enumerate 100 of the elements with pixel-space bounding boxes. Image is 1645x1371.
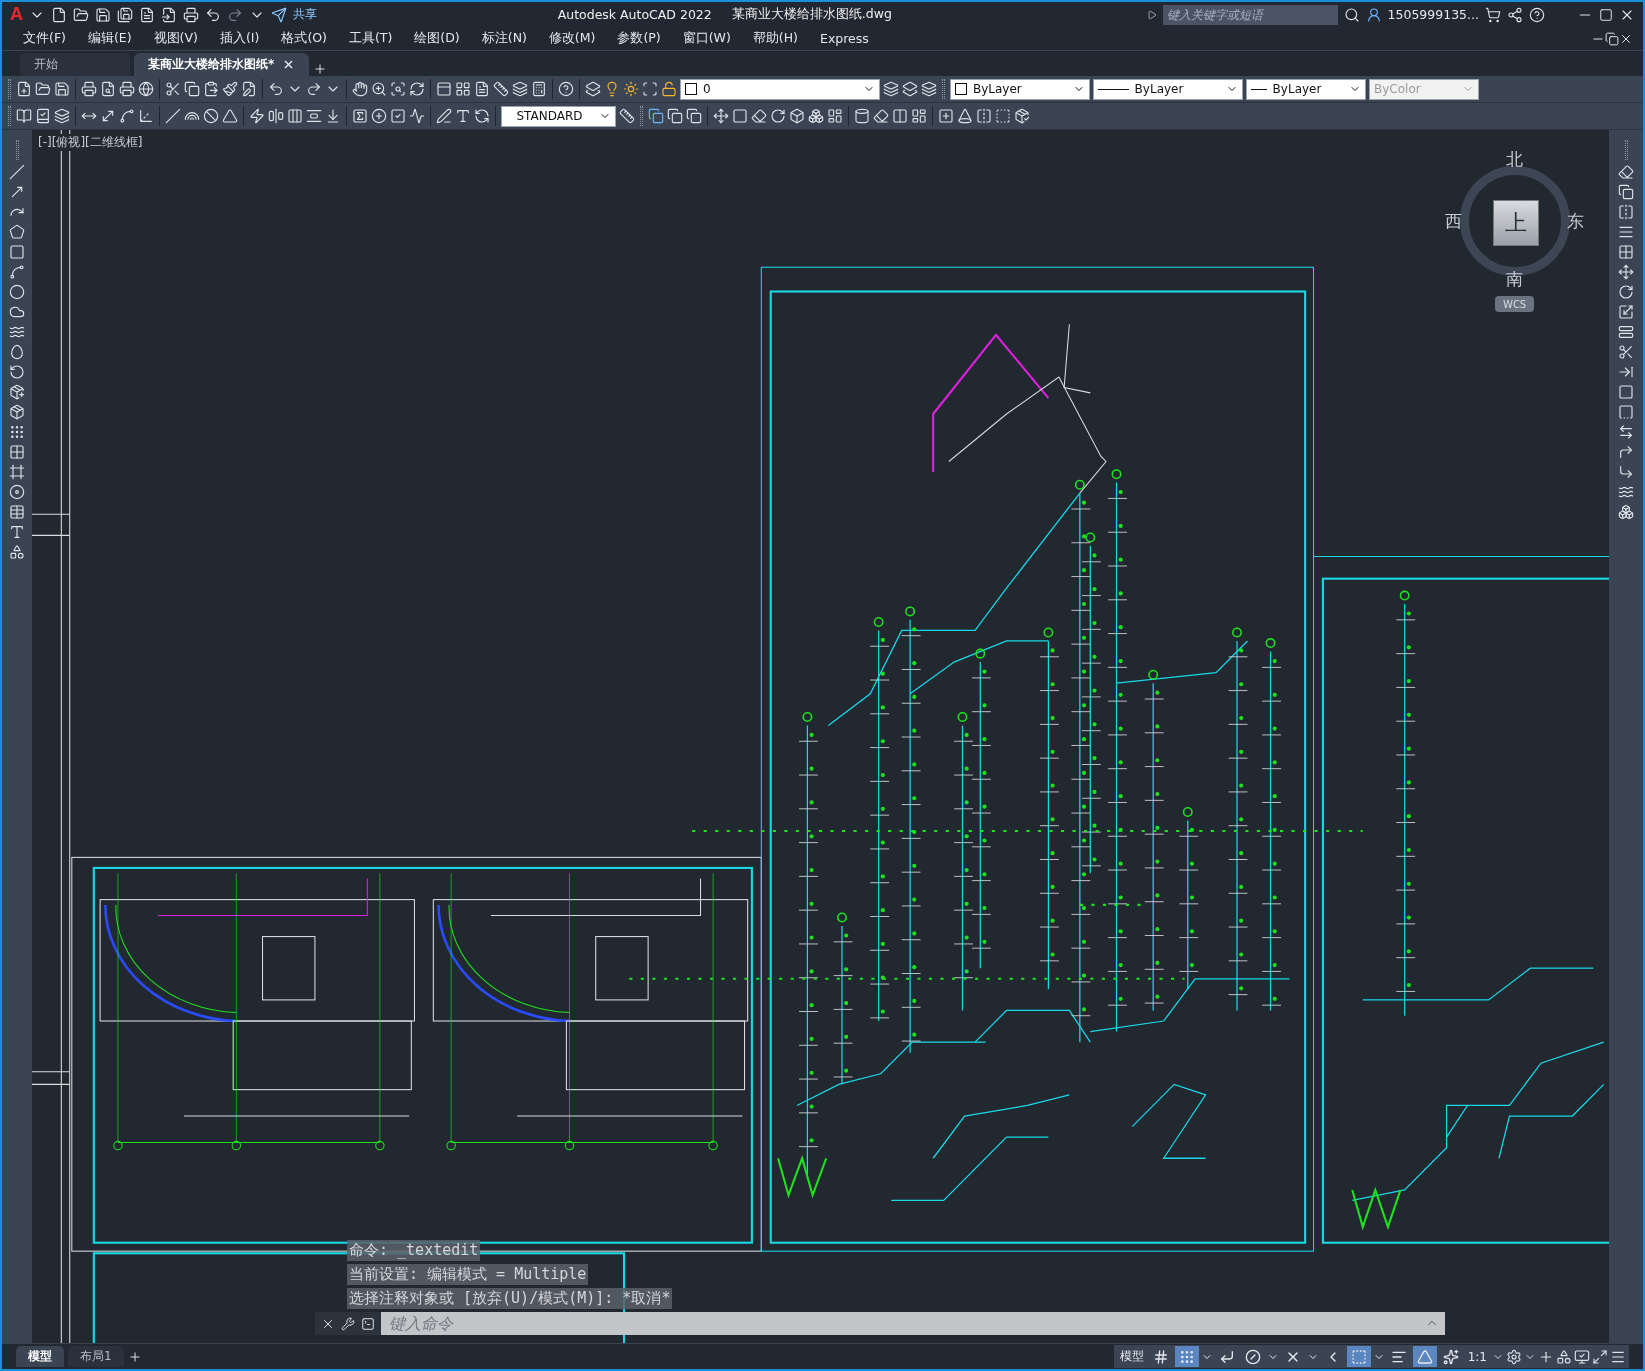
printer-icon[interactable] [119,81,135,97]
status-toggle[interactable] [1174,1346,1199,1367]
move-icon[interactable] [713,108,729,124]
table-icon[interactable] [9,504,25,520]
trim-icon[interactable] [1618,344,1634,360]
menu-item[interactable]: 插入(I) [208,30,271,47]
menu-item[interactable]: 参数(P) [606,30,672,47]
menu-item[interactable]: 帮助(H) [741,30,809,47]
frame-icon[interactable] [642,81,658,97]
import-icon[interactable] [161,6,177,23]
book-icon[interactable] [16,108,32,124]
eraser-icon[interactable] [1618,164,1634,180]
sun-icon[interactable] [623,81,639,97]
redo-icon[interactable] [227,6,243,23]
undo-icon[interactable] [205,6,221,23]
status-toggle[interactable] [1346,1346,1371,1367]
dashboard-icon[interactable] [911,108,927,124]
ucs-menu[interactable]: WCS [1495,296,1535,312]
maximize-icon[interactable] [1599,7,1613,22]
layers-icon[interactable] [883,81,899,97]
layout-tab[interactable]: 模型 [16,1346,64,1367]
calculator-icon[interactable] [531,81,547,97]
document-icon[interactable] [139,6,155,23]
brush-icon[interactable] [222,81,238,97]
move-icon[interactable] [1618,264,1634,280]
property-dropdown[interactable]: ByLayer [950,78,1090,100]
hand-icon[interactable] [352,81,368,97]
plus-icon[interactable] [313,62,328,76]
globe-icon[interactable] [138,81,154,97]
search-field[interactable]: 键入关键字或短语 [1162,4,1338,25]
zoom-window-icon[interactable] [390,81,406,97]
folder-icon[interactable] [35,81,51,97]
unlock-icon[interactable] [661,81,677,97]
redo-icon[interactable] [306,81,322,97]
box-icon[interactable] [789,108,805,124]
rotate-icon[interactable] [1618,284,1634,300]
save-all-icon[interactable] [117,6,133,23]
lightbulb-icon[interactable] [604,81,620,97]
layer-dropdown[interactable]: 0 [680,78,880,100]
boxes-icon[interactable] [808,108,824,124]
copy-icon[interactable] [648,108,664,124]
property-dropdown[interactable]: ByLayer [1093,78,1243,100]
help-icon[interactable] [558,81,574,97]
zoom-icon[interactable] [371,81,387,97]
arc-icon[interactable] [119,108,135,124]
layers-icon[interactable] [902,81,918,97]
menu-item[interactable]: 视图(V) [142,30,209,47]
terminal-icon[interactable] [361,1316,375,1331]
eraser-icon[interactable] [873,108,889,124]
share-label[interactable]: 共享 [293,6,317,23]
grid-icon[interactable] [455,81,471,97]
circle-icon[interactable] [9,284,25,300]
refresh-icon[interactable] [409,81,425,97]
layers-icon[interactable] [585,81,601,97]
shapes-icon[interactable] [1556,1348,1572,1365]
wrench-icon[interactable] [341,1316,355,1331]
cone-icon[interactable] [957,108,973,124]
panel-icon[interactable] [436,81,452,97]
axis-icon[interactable] [138,108,154,124]
menu-item[interactable]: 修改(M) [537,30,607,47]
book-check-icon[interactable] [35,108,51,124]
document-tab[interactable]: 某商业大楼给排水图纸* [134,53,310,76]
copy-icon[interactable] [686,108,702,124]
user-icon[interactable] [1365,6,1382,23]
help-icon[interactable] [1529,6,1545,23]
cloud-icon[interactable] [9,304,25,320]
paste-icon[interactable] [203,81,219,97]
cut-icon[interactable] [165,81,181,97]
plus-icon[interactable] [127,1349,142,1364]
paper-plane-icon[interactable] [271,6,287,23]
document-tab[interactable]: 开始 [20,53,130,76]
menu-item[interactable]: 绘图(D) [403,30,471,47]
layers-icon[interactable] [512,81,528,97]
polygon-icon[interactable] [9,224,25,240]
ruler-icon[interactable] [493,81,509,97]
fullscreen-icon[interactable] [1592,1348,1608,1365]
text-icon[interactable] [455,108,471,124]
package-check-icon[interactable] [1014,108,1030,124]
save-icon[interactable] [95,6,111,23]
square-plus-icon[interactable] [938,108,954,124]
document-icon[interactable] [474,81,490,97]
network-icon[interactable] [1507,6,1523,23]
printer-icon[interactable] [81,81,97,97]
layout-tab[interactable]: 布局1 [68,1346,124,1367]
rectangle-icon[interactable] [9,244,25,260]
mirror-icon[interactable] [1618,204,1634,220]
search-icon[interactable] [1343,6,1360,23]
folder-icon[interactable] [73,6,89,23]
square-icon[interactable] [732,108,748,124]
menu-item[interactable]: 格式(O) [270,30,338,47]
copy-icon[interactable] [1618,184,1634,200]
text-icon[interactable] [9,524,25,540]
model-space-button[interactable]: 模型 [1116,1348,1147,1365]
settings-icon[interactable] [1506,1348,1522,1365]
copy-icon[interactable] [667,108,683,124]
property-dropdown[interactable]: ByLayer [1246,78,1366,100]
new-file-icon[interactable] [51,6,67,23]
menu-item[interactable]: 标注(N) [470,30,538,47]
cart-icon[interactable] [1485,6,1501,23]
file-edit-icon[interactable] [241,81,257,97]
